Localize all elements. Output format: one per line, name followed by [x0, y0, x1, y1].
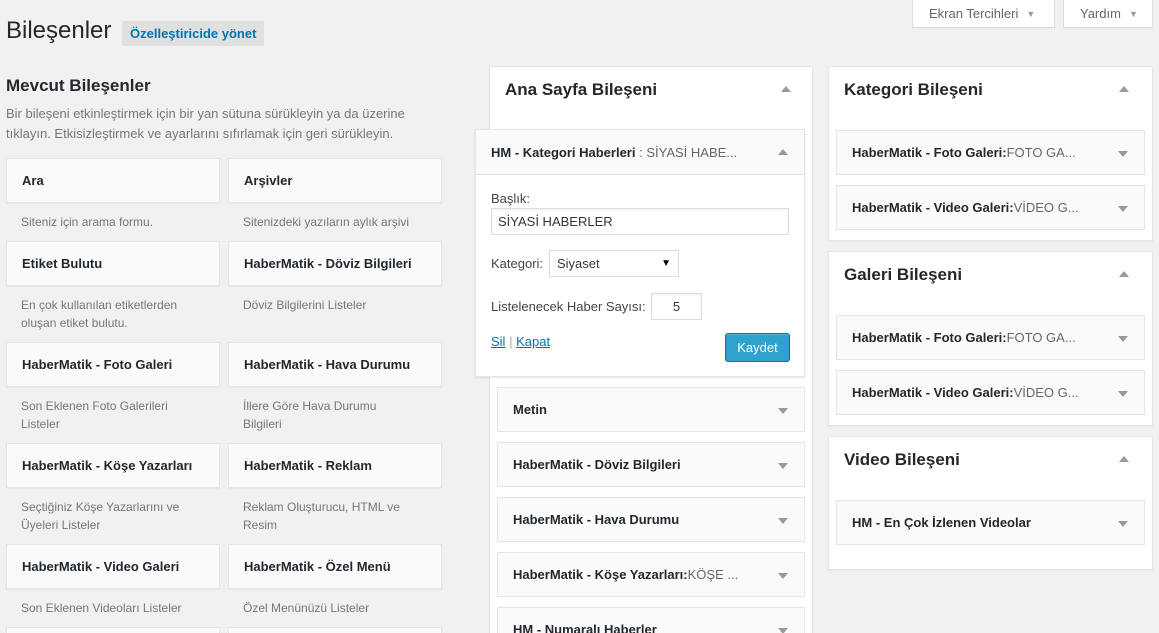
widget-description: Döviz Bilgilerini Listeler [243, 298, 367, 312]
dropdown-arrow-icon: ▼ [661, 258, 671, 269]
collapse-icon[interactable] [1119, 86, 1129, 92]
close-link[interactable]: Kapat [516, 334, 550, 349]
title-input[interactable]: SİYASİ HABERLER [491, 208, 789, 235]
widget-description: Reklam Oluşturucu, HTML ve Resim [243, 500, 400, 532]
widget-description: En çok kullanılan etiketlerden oluşan et… [21, 298, 178, 330]
widget-tile[interactable]: Ara [6, 158, 220, 203]
title-label: Başlık: [491, 191, 531, 206]
available-widgets-description: Bir bileşeni etkinleştirmek için bir yan… [6, 106, 405, 141]
sidebar-widget[interactable]: Metin [497, 387, 805, 432]
widget-tile[interactable]: HaberMatik - Döviz Bilgileri [228, 241, 442, 286]
expanded-widget-category-news: HM - Kategori Haberleri : SİYASİ HABE...… [475, 129, 805, 377]
chevron-down-icon: ▼ [1026, 8, 1036, 19]
sidebar-category: Kategori Bileşeni HaberMatik - Foto Gale… [828, 66, 1153, 241]
expand-icon[interactable] [1118, 391, 1128, 397]
widget-tile[interactable] [6, 627, 220, 633]
sidebar-widget[interactable]: HaberMatik - Köşe Yazarları: KÖŞE ... [497, 552, 805, 597]
widget-description: Son Eklenen Foto Galerileri Listeler [21, 399, 168, 431]
widget-description: Seçtiğiniz Köşe Yazarlarını ve Üyeleri L… [21, 500, 180, 532]
count-label: Listelenecek Haber Sayısı: [491, 299, 646, 314]
widget-tile[interactable]: Arşivler [228, 158, 442, 203]
help-label: Yardım [1080, 6, 1121, 21]
widget-tile[interactable]: HaberMatik - Köşe Yazarları [6, 443, 220, 488]
sidebar-widget[interactable]: HaberMatik - Foto Galeri: FOTO GA... [836, 130, 1145, 175]
category-select[interactable]: Siyaset ▼ [549, 250, 679, 277]
sidebar-widget[interactable]: HaberMatik - Foto Galeri: FOTO GA... [836, 315, 1145, 360]
expand-icon[interactable] [1118, 151, 1128, 157]
widget-tile[interactable]: HaberMatik - Hava Durumu [228, 342, 442, 387]
sidebar-video: Video Bileşeni HM - En Çok İzlenen Video… [828, 436, 1153, 570]
collapse-icon[interactable] [781, 86, 791, 92]
expand-icon[interactable] [1118, 336, 1128, 342]
widget-description: Son Eklenen Videoları Listeler [21, 601, 182, 615]
expand-icon[interactable] [778, 463, 788, 469]
help-button[interactable]: Yardım ▼ [1063, 0, 1153, 28]
count-input[interactable]: 5 [651, 293, 702, 320]
expanded-widget-header[interactable]: HM - Kategori Haberleri : SİYASİ HABE... [476, 130, 804, 175]
sidebar-widget[interactable]: HaberMatik - Video Galeri: VİDEO G... [836, 370, 1145, 415]
category-label: Kategori: [491, 256, 544, 271]
manage-in-customizer-button[interactable]: Özelleştiricide yönet [122, 21, 265, 46]
collapse-icon[interactable] [1119, 456, 1129, 462]
screen-options-label: Ekran Tercihleri [929, 6, 1019, 21]
page-title: Bileşenler [6, 17, 112, 44]
widget-tile[interactable]: HaberMatik - Video Galeri [6, 544, 220, 589]
sidebar-gallery: Galeri Bileşeni HaberMatik - Foto Galeri… [828, 251, 1153, 426]
sidebar-widget[interactable]: HaberMatik - Hava Durumu [497, 497, 805, 542]
sidebar-title: Video Bileşeni [844, 450, 960, 469]
expand-icon[interactable] [778, 573, 788, 579]
available-widgets-title: Mevcut Bileşenler [6, 76, 151, 95]
sidebar-title: Ana Sayfa Bileşeni [505, 80, 658, 99]
screen-options-button[interactable]: Ekran Tercihleri ▼ [912, 0, 1055, 28]
widget-description: Özel Menünüzü Listeler [243, 601, 370, 615]
widget-tile[interactable]: Etiket Bulutu [6, 241, 220, 286]
widget-tile[interactable]: HaberMatik - Reklam [228, 443, 442, 488]
separator: | [509, 334, 513, 349]
expand-icon[interactable] [778, 518, 788, 524]
save-button[interactable]: Kaydet [725, 333, 790, 362]
sidebar-widget[interactable]: HM - En Çok İzlenen Videolar [836, 500, 1145, 545]
widget-tile[interactable]: HaberMatik - Özel Menü [228, 544, 442, 589]
delete-link[interactable]: Sil [491, 334, 505, 349]
expand-icon[interactable] [778, 628, 788, 633]
expand-icon[interactable] [1118, 206, 1128, 212]
widget-description: İllere Göre Hava Durumu Bilgileri [243, 399, 377, 431]
widget-tile[interactable]: HaberMatik - Foto Galeri [6, 342, 220, 387]
chevron-down-icon: ▼ [1128, 8, 1138, 19]
sidebar-title: Galeri Bileşeni [844, 265, 963, 284]
widget-actions: Sil | Kapat [491, 334, 550, 349]
sidebar-title: Kategori Bileşeni [844, 80, 983, 99]
collapse-icon[interactable] [1119, 271, 1129, 277]
sidebar-widget[interactable]: HM - Numaralı Haberler [497, 607, 805, 633]
sidebar-widget[interactable]: HaberMatik - Döviz Bilgileri [497, 442, 805, 487]
widget-description: Siteniz için arama formu. [21, 215, 154, 229]
widget-tile[interactable] [228, 627, 442, 633]
expand-icon[interactable] [1118, 521, 1128, 527]
sidebar-widget[interactable]: HaberMatik - Video Galeri: VİDEO G... [836, 185, 1145, 230]
collapse-icon[interactable] [778, 149, 788, 155]
expand-icon[interactable] [778, 408, 788, 414]
widget-description: Sitenizdeki yazıların aylık arşivi [243, 215, 410, 229]
